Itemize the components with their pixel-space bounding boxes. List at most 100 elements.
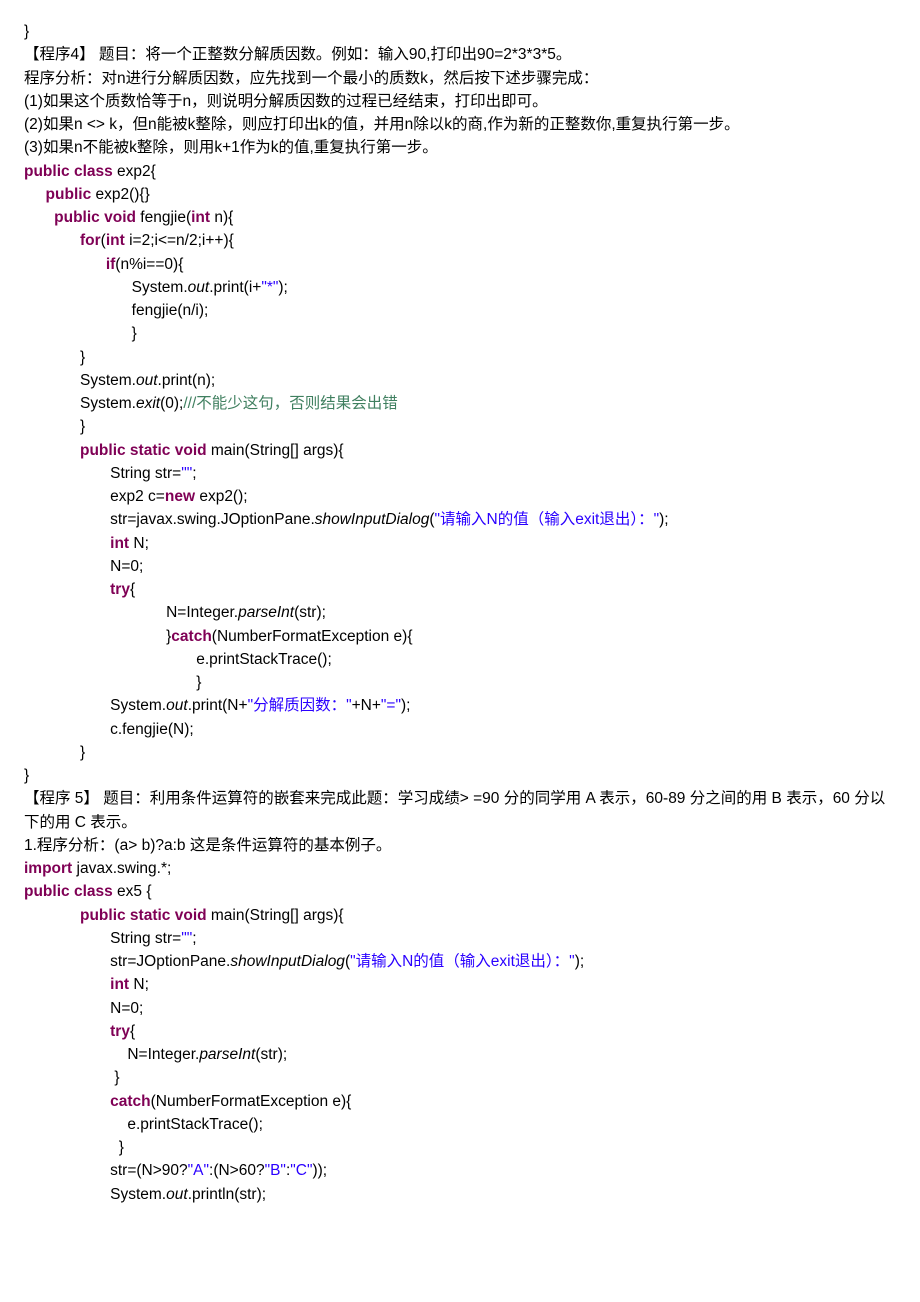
token-plain: exp2(){} <box>91 186 150 203</box>
code-line: try{ <box>24 1020 896 1043</box>
token-it: parseInt <box>199 1046 255 1063</box>
token-plain: (NumberFormatException e){ <box>151 1093 352 1110</box>
code-line: System.out.print(n); <box>24 369 896 392</box>
token-plain: ex5 { <box>113 883 152 900</box>
token-plain: N=Integer. <box>24 604 238 621</box>
text-line: 【程序 5】 题目：利用条件运算符的嵌套来完成此题：学习成绩> =90 分的同学… <box>24 787 896 834</box>
code-line: String str=""; <box>24 927 896 950</box>
code-line: public static void main(String[] args){ <box>24 439 896 462</box>
token-plain: (3)如果n不能被k整除，则用k+1作为k的值,重复执行第一步。 <box>24 139 438 156</box>
token-plain: main(String[] args){ <box>207 907 344 924</box>
token-plain: { <box>130 1023 135 1040</box>
token-plain: System. <box>24 697 166 714</box>
token-kw: import <box>24 860 72 877</box>
code-line: N=0; <box>24 997 896 1020</box>
token-plain: javax.swing.*; <box>72 860 171 877</box>
text-line: 程序分析：对n进行分解质因数，应先找到一个最小的质数k，然后按下述步骤完成： <box>24 67 896 90</box>
token-plain: N=Integer. <box>24 1046 199 1063</box>
token-kw: int <box>110 535 129 552</box>
text-line: 【程序4】 题目：将一个正整数分解质因数。例如：输入90,打印出90=2*3*3… <box>24 43 896 66</box>
token-cmt: ///不能少这句，否则结果会出错 <box>183 395 397 412</box>
token-it: out <box>136 372 158 389</box>
token-plain: e.printStackTrace(); <box>24 651 332 668</box>
token-str: "C" <box>290 1162 312 1179</box>
code-line: import javax.swing.*; <box>24 857 896 880</box>
token-it: out <box>166 1186 188 1203</box>
token-plain <box>24 535 110 552</box>
token-plain: ); <box>659 511 668 528</box>
token-plain: c.fengjie(N); <box>24 721 194 738</box>
token-plain: (str); <box>255 1046 287 1063</box>
token-it: exit <box>136 395 160 412</box>
token-kw: new <box>165 488 195 505</box>
token-plain: i=2;i<=n/2;i++){ <box>125 232 234 249</box>
token-plain: (1)如果这个质数恰等于n，则说明分解质因数的过程已经结束，打印出即可。 <box>24 93 548 110</box>
code-line: public class exp2{ <box>24 160 896 183</box>
token-plain: 1.程序分析：(a> b)?a:b 这是条件运算符的基本例子。 <box>24 837 391 854</box>
token-kw: public static void <box>80 907 207 924</box>
code-line: } <box>24 671 896 694</box>
token-plain <box>24 1023 110 1040</box>
token-plain: (n%i==0){ <box>115 256 183 273</box>
code-line: c.fengjie(N); <box>24 718 896 741</box>
token-plain: .print(n); <box>158 372 216 389</box>
token-it: showInputDialog <box>230 953 345 970</box>
code-line: } <box>24 322 896 345</box>
token-plain: ; <box>192 465 196 482</box>
token-plain: } <box>24 767 29 784</box>
token-it: out <box>166 697 188 714</box>
code-line: public static void main(String[] args){ <box>24 904 896 927</box>
code-line: e.printStackTrace(); <box>24 648 896 671</box>
token-str: "*" <box>261 279 278 296</box>
token-it: showInputDialog <box>315 511 430 528</box>
token-plain: )); <box>312 1162 327 1179</box>
token-plain: } <box>24 418 85 435</box>
code-line: int N; <box>24 973 896 996</box>
token-kw: public <box>46 186 92 203</box>
token-it: parseInt <box>238 604 294 621</box>
token-plain: fengjie( <box>136 209 191 226</box>
code-line: str=JOptionPane.showInputDialog("请输入N的值（… <box>24 950 896 973</box>
token-plain <box>24 232 80 249</box>
token-plain <box>24 1093 110 1110</box>
token-plain: str=javax.swing.JOptionPane. <box>24 511 315 528</box>
code-line: System.exit(0);///不能少这句，否则结果会出错 <box>24 392 896 415</box>
token-plain: ; <box>192 930 196 947</box>
token-plain: 【程序4】 题目：将一个正整数分解质因数。例如：输入90,打印出90=2*3*3… <box>24 46 571 63</box>
token-plain: ); <box>278 279 287 296</box>
token-plain: ); <box>575 953 584 970</box>
code-line: fengjie(n/i); <box>24 299 896 322</box>
code-line: str=javax.swing.JOptionPane.showInputDia… <box>24 508 896 531</box>
code-line: for(int i=2;i<=n/2;i++){ <box>24 229 896 252</box>
token-str: "" <box>181 930 192 947</box>
token-plain <box>24 442 80 459</box>
code-line: System.out.print(N+"分解质因数："+N+"="); <box>24 694 896 717</box>
token-kw: public class <box>24 163 113 180</box>
code-line: N=0; <box>24 555 896 578</box>
token-str: "A" <box>188 1162 209 1179</box>
token-plain: N=0; <box>24 1000 143 1017</box>
token-plain: } <box>24 628 171 645</box>
token-plain: ); <box>401 697 410 714</box>
token-str: "" <box>181 465 192 482</box>
code-line: System.out.print(i+"*"); <box>24 276 896 299</box>
token-kw: catch <box>171 628 212 645</box>
token-plain <box>24 907 80 924</box>
token-plain: N; <box>129 535 149 552</box>
token-plain: System. <box>24 1186 166 1203</box>
token-kw: public static void <box>80 442 207 459</box>
token-kw: if <box>106 256 115 273</box>
text-line: 1.程序分析：(a> b)?a:b 这是条件运算符的基本例子。 <box>24 834 896 857</box>
code-line: String str=""; <box>24 462 896 485</box>
token-plain: exp2 c= <box>24 488 165 505</box>
text-line: (2)如果n <> k，但n能被k整除，则应打印出k的值，并用n除以k的商,作为… <box>24 113 896 136</box>
code-line: try{ <box>24 578 896 601</box>
token-plain: (0); <box>160 395 183 412</box>
code-line: public void fengjie(int n){ <box>24 206 896 229</box>
token-plain: :(N>60? <box>209 1162 265 1179</box>
code-line: N=Integer.parseInt(str); <box>24 601 896 624</box>
token-plain <box>24 976 110 993</box>
token-plain: exp2{ <box>113 163 156 180</box>
token-plain: String str= <box>24 465 181 482</box>
token-plain: main(String[] args){ <box>207 442 344 459</box>
